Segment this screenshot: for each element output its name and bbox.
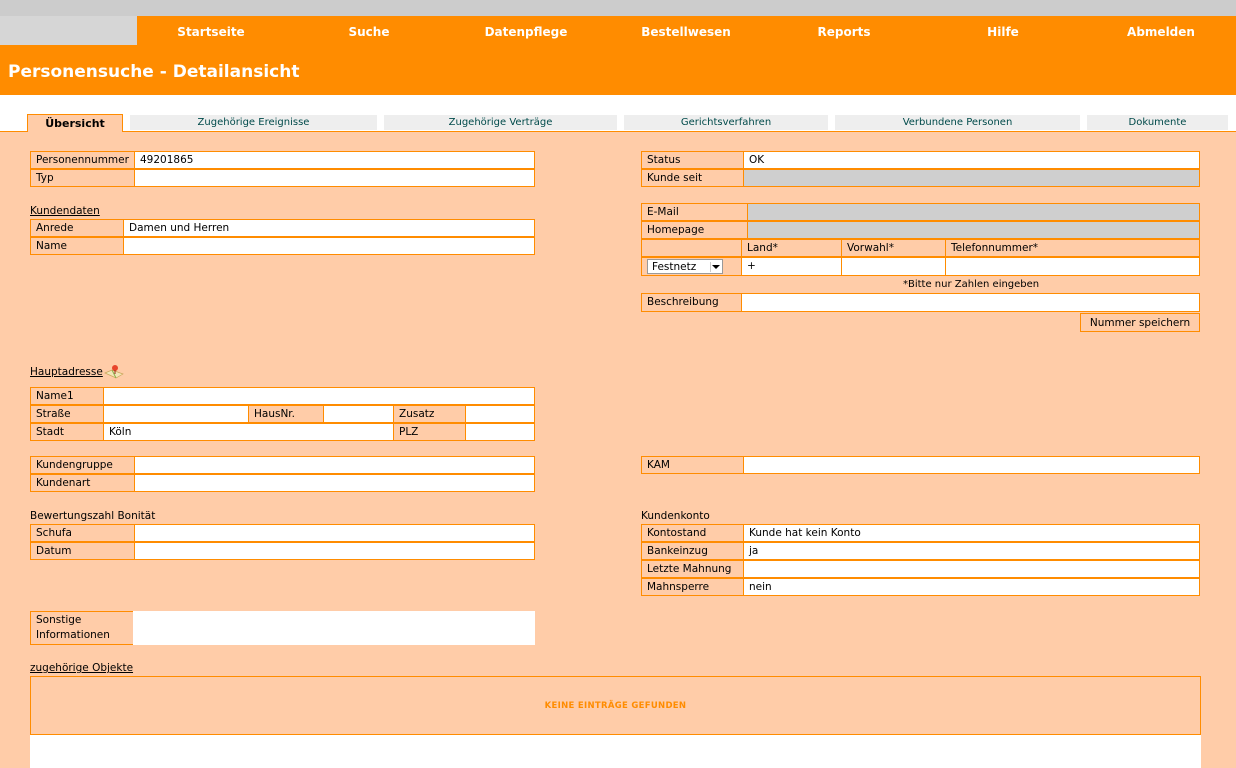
kunde-seit-label: Kunde seit	[641, 169, 744, 187]
chevron-down-icon	[710, 262, 720, 272]
typ-label: Typ	[30, 169, 135, 187]
nav-suche[interactable]: Suche	[319, 16, 419, 45]
land-field[interactable]: +	[741, 257, 842, 276]
tab-dokumente[interactable]: Dokumente	[1087, 115, 1228, 130]
nav-startseite[interactable]: Startseite	[161, 16, 261, 45]
letzte-mahnung-field[interactable]	[743, 560, 1200, 578]
bonitaet-title: Bewertungszahl Bonität	[30, 510, 156, 522]
kundendaten-link[interactable]: Kundendaten	[30, 205, 100, 217]
stadt-field[interactable]: Köln	[103, 423, 394, 441]
tab-gerichtsverfahren[interactable]: Gerichtsverfahren	[624, 115, 828, 130]
phone-hint: *Bitte nur Zahlen eingeben	[903, 279, 1040, 290]
kunde-seit-field	[743, 169, 1200, 187]
email-field	[747, 203, 1200, 221]
stadt-label: Stadt	[30, 423, 104, 441]
personennummer-label: Personennummer	[30, 151, 135, 169]
name-field[interactable]	[123, 237, 535, 255]
sonstige-label-line2: Informationen	[36, 629, 110, 641]
bankeinzug-label: Bankeinzug	[641, 542, 744, 560]
kundengruppe-label: Kundengruppe	[30, 456, 135, 474]
kundenart-label: Kundenart	[30, 474, 135, 492]
kontostand-label: Kontostand	[641, 524, 744, 542]
tab-uebersicht[interactable]: Übersicht	[27, 114, 123, 132]
main-nav: Startseite Suche Datenpflege Bestellwese…	[137, 16, 1236, 45]
nummer-speichern-button[interactable]: Nummer speichern	[1080, 313, 1200, 332]
nav-abmelden[interactable]: Abmelden	[1111, 16, 1211, 45]
strasse-label: Straße	[30, 405, 104, 423]
hausnr-label: HausNr.	[248, 405, 324, 423]
zusatz-label: Zusatz	[393, 405, 466, 423]
nav-hilfe[interactable]: Hilfe	[953, 16, 1053, 45]
nav-reports[interactable]: Reports	[794, 16, 894, 45]
nav-left-gap	[0, 16, 137, 45]
homepage-label: Homepage	[641, 221, 748, 239]
personennummer-field[interactable]: 49201865	[134, 151, 535, 169]
map-icon[interactable]	[103, 363, 125, 381]
sonstige-label: Sonstige Informationen	[30, 611, 134, 645]
kontostand-field[interactable]: Kunde hat kein Konto	[743, 524, 1200, 542]
datum-label: Datum	[30, 542, 135, 560]
kundenart-field[interactable]	[134, 474, 535, 492]
vorwahl-field[interactable]	[841, 257, 946, 276]
objekte-list-area	[30, 735, 1201, 768]
vorwahl-header: Vorwahl*	[841, 239, 946, 257]
kam-label: KAM	[641, 456, 744, 474]
hausnr-field[interactable]	[323, 405, 394, 423]
phone-type-select[interactable]: Festnetz	[647, 259, 723, 274]
plz-field[interactable]	[465, 423, 535, 441]
nav-datenpflege[interactable]: Datenpflege	[476, 16, 576, 45]
name-label: Name	[30, 237, 124, 255]
strasse-field[interactable]	[103, 405, 249, 423]
homepage-field	[747, 221, 1200, 239]
telefonnummer-field[interactable]	[945, 257, 1200, 276]
kundenkonto-title: Kundenkonto	[641, 510, 710, 522]
typ-field[interactable]	[134, 169, 535, 187]
land-header: Land*	[741, 239, 842, 257]
phone-type-header	[641, 239, 742, 257]
letzte-mahnung-label: Letzte Mahnung	[641, 560, 744, 578]
name1-label: Name1	[30, 387, 104, 405]
schufa-field[interactable]	[134, 524, 535, 542]
name1-field[interactable]	[103, 387, 535, 405]
plz-label: PLZ	[393, 423, 466, 441]
hauptadresse-link[interactable]: Hauptadresse	[30, 366, 103, 378]
sonstige-field[interactable]	[133, 611, 535, 645]
anrede-label: Anrede	[30, 219, 124, 237]
tab-verbundene-personen[interactable]: Verbundene Personen	[835, 115, 1080, 130]
status-field[interactable]: OK	[743, 151, 1200, 169]
schufa-label: Schufa	[30, 524, 135, 542]
phone-type-value: Festnetz	[652, 261, 697, 273]
kam-field[interactable]	[743, 456, 1200, 474]
email-label: E-Mail	[641, 203, 748, 221]
beschreibung-label: Beschreibung	[641, 293, 742, 312]
tab-vertraege[interactable]: Zugehörige Verträge	[384, 115, 617, 130]
beschreibung-field[interactable]	[741, 293, 1200, 312]
datum-field[interactable]	[134, 542, 535, 560]
kundengruppe-field[interactable]	[134, 456, 535, 474]
top-strip	[0, 0, 1236, 16]
title-bar: Personensuche - Detailansicht	[0, 45, 1236, 95]
tab-ereignisse[interactable]: Zugehörige Ereignisse	[130, 115, 377, 130]
sonstige-label-line1: Sonstige	[36, 614, 82, 626]
anrede-field[interactable]: Damen und Herren	[123, 219, 535, 237]
objekte-empty-message: KEINE EINTRÄGE GEFUNDEN	[30, 676, 1201, 735]
bankeinzug-field[interactable]: ja	[743, 542, 1200, 560]
status-label: Status	[641, 151, 744, 169]
telefonnummer-header: Telefonnummer*	[945, 239, 1200, 257]
zusatz-field[interactable]	[465, 405, 535, 423]
nav-bestellwesen[interactable]: Bestellwesen	[636, 16, 736, 45]
page-title: Personensuche - Detailansicht	[8, 62, 300, 82]
zugehoerige-objekte-link[interactable]: zugehörige Objekte	[30, 662, 133, 674]
mahnsperre-label: Mahnsperre	[641, 578, 744, 596]
mahnsperre-field[interactable]: nein	[743, 578, 1200, 596]
